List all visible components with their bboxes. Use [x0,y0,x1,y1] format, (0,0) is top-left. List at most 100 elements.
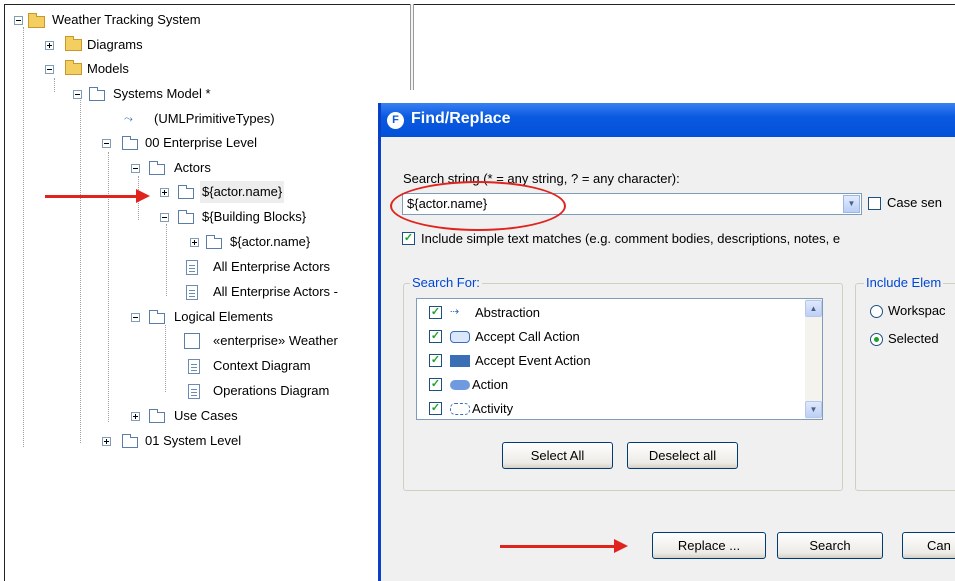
diagram-icon [186,285,198,300]
item-checkbox[interactable]: ✓ [429,330,442,343]
accept-event-action-icon [450,355,470,367]
tree-label: «enterprise» Weather [213,333,338,348]
item-checkbox[interactable]: ✓ [429,378,442,391]
collapse-icon[interactable] [45,65,54,74]
search-for-title: Search For: [410,275,482,290]
abstraction-icon: ⇢ [450,306,460,318]
models-folder-icon [65,60,82,75]
select-all-button[interactable]: Select All [502,442,613,469]
collapse-icon[interactable] [102,139,111,148]
expand-icon[interactable] [131,412,140,421]
chevron-down-icon[interactable]: ▼ [843,195,860,213]
tree-label: Diagrams [87,37,143,52]
accept-call-action-icon [450,331,470,343]
tree-label: All Enterprise Actors - [213,284,338,299]
tree-connector [54,78,55,92]
tree-label: ${actor.name} [200,181,285,203]
package-import-icon: ⤳ [124,113,133,125]
case-sensitive-checkbox[interactable] [868,197,881,210]
tree-label: Use Cases [174,408,238,423]
tree-label: ${actor.name} [230,234,311,249]
annotation-arrow-head [136,189,150,203]
collapse-icon[interactable] [73,90,82,99]
tree-connector [80,100,81,443]
annotation-arrow [500,545,616,548]
annotation-arrow [45,195,137,198]
deselect-all-button[interactable]: Deselect all [627,442,738,469]
item-label: Accept Event Action [475,353,591,368]
workspace-radio[interactable] [870,305,883,318]
item-checkbox[interactable]: ✓ [429,306,442,319]
item-label: Action [472,377,509,392]
diagram-icon [188,384,200,399]
tree-label: Context Diagram [213,358,311,373]
cancel-button[interactable]: Can [902,532,955,559]
search-button[interactable]: Search [777,532,883,559]
case-sensitive-label: Case sen [887,195,942,210]
workspace-label: Workspac [888,303,946,318]
tree-label: Weather Tracking System [52,12,201,27]
diagram-icon [188,359,200,374]
include-simple-checkbox[interactable]: ✓ [402,232,415,245]
dialog-title: Find/Replace [411,110,511,127]
model-icon [89,87,105,101]
tree-label: (UMLPrimitiveTypes) [154,111,275,126]
package-icon [149,409,165,423]
package-icon [122,434,138,448]
scroll-down-icon[interactable]: ▼ [805,401,822,418]
project-folder-icon [28,13,45,28]
collapse-icon[interactable] [160,213,169,222]
package-icon [178,185,194,199]
collapse-icon[interactable] [131,313,140,322]
annotation-arrow-head [614,539,628,553]
find-replace-dialog: F Find/Replace Search string (* = any st… [378,103,955,581]
include-elements-group: Include Elem Workspac Selected [855,275,955,491]
find-replace-icon: F [387,112,404,129]
tree-label: All Enterprise Actors [213,259,331,274]
list-scrollbar[interactable]: ▲ ▼ [805,299,822,419]
search-for-list[interactable]: ✓ ⇢ Abstraction ✓ Accept Call Action ✓ A… [416,298,823,420]
collapse-icon[interactable] [14,16,23,25]
tree-label: ${Building Blocks} [202,209,307,224]
scroll-up-icon[interactable]: ▲ [805,300,822,317]
tree-label: Logical Elements [174,309,273,324]
collapse-icon[interactable] [131,164,140,173]
annotation-oval [390,181,566,231]
tree-label: Actors [174,160,211,175]
activity-icon [450,403,470,415]
item-checkbox[interactable]: ✓ [429,402,442,415]
diagrams-folder-icon [65,36,82,51]
package-icon [122,136,138,150]
package-icon [149,161,165,175]
package-icon [206,235,222,249]
package-icon [178,210,194,224]
search-for-group: Search For: ✓ ⇢ Abstraction ✓ Accept Cal… [403,275,843,491]
tree-label: Operations Diagram [213,383,330,398]
item-label: Accept Call Action [475,329,580,344]
replace-button[interactable]: Replace ... [652,532,766,559]
item-checkbox[interactable]: ✓ [429,354,442,367]
tree-label: Models [87,61,129,76]
dialog-titlebar[interactable]: F Find/Replace [381,103,955,137]
tree-connector [108,152,109,422]
expand-icon[interactable] [102,437,111,446]
selected-radio[interactable] [870,333,883,346]
item-label: Activity [472,401,514,416]
item-label: Abstraction [475,305,541,320]
view-splitter[interactable] [410,4,414,90]
expand-icon[interactable] [190,238,199,247]
include-simple-label: Include simple text matches (e.g. commen… [421,231,841,246]
action-icon [450,380,470,390]
tree-connector [166,224,167,296]
tree-connector [165,325,166,392]
expand-icon[interactable] [160,188,169,197]
diagram-icon [186,260,198,275]
selected-label: Selected [888,331,939,346]
tree-label: 00 Enterprise Level [145,135,258,150]
include-elements-title: Include Elem [864,275,944,290]
expand-icon[interactable] [45,41,54,50]
tree-label: 01 System Level [145,433,242,448]
class-icon [184,333,200,349]
tree-label: Systems Model * [113,86,211,101]
tree-connector [23,27,24,447]
